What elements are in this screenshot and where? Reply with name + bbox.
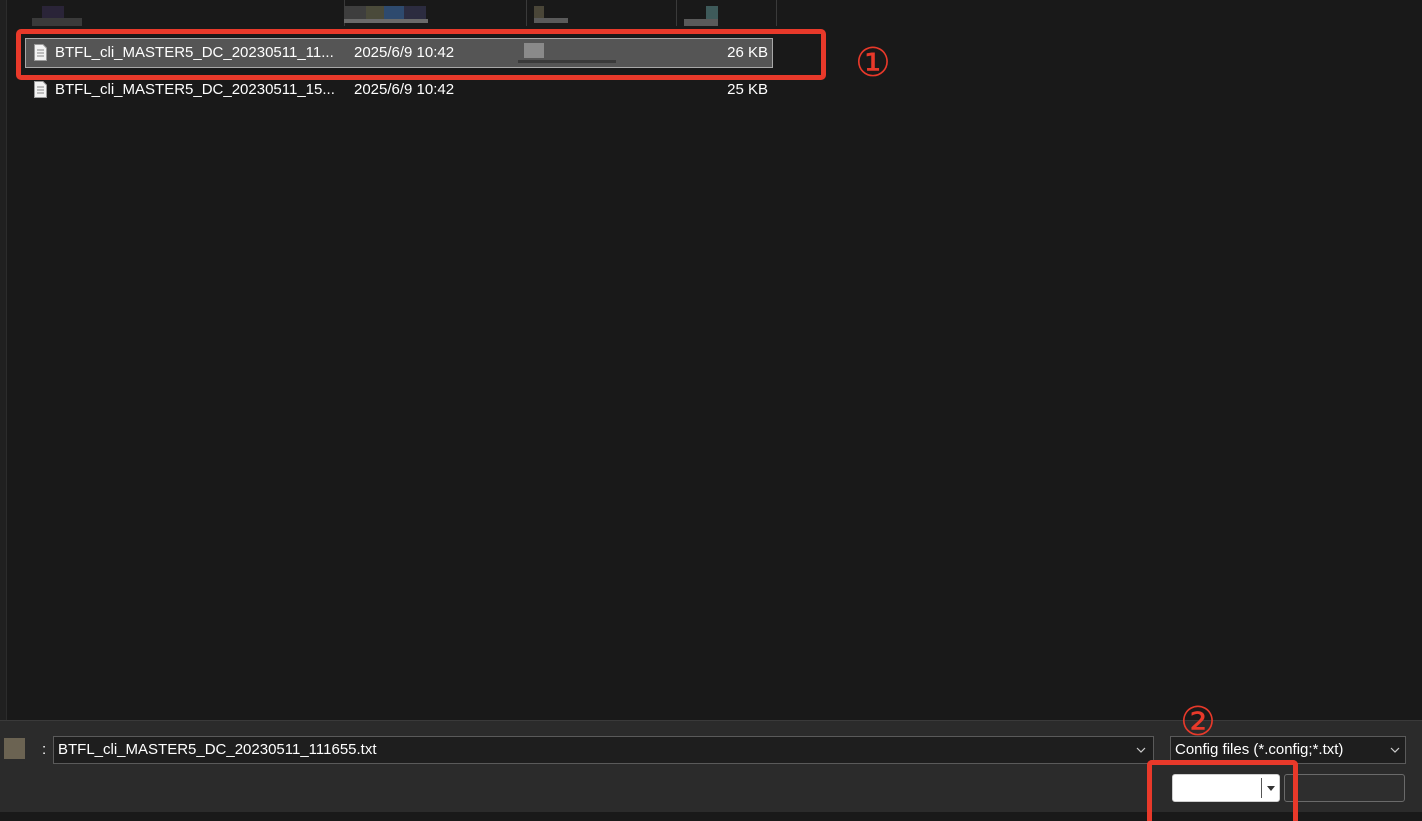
annotation-number-1: ① [855,40,891,86]
blurred-region [706,6,718,20]
file-size: 25 KB [727,81,768,98]
text-file-icon [34,81,47,98]
filename-label-colon: : [42,741,47,758]
filename-value: BTFL_cli_MASTER5_DC_20230511_111655.txt [58,741,377,758]
blurred-region [344,6,366,20]
blurred-region [534,6,544,18]
annotation-box-2 [1147,760,1298,821]
blurred-region [32,18,82,26]
file-row[interactable]: BTFL_cli_MASTER5_DC_20230511_15... 2025/… [26,76,772,104]
annotation-number-2: ② [1180,699,1216,745]
blurred-region [366,6,384,20]
nav-pane-edge [0,0,7,720]
blurred-region [534,18,568,23]
cancel-button[interactable] [1284,774,1405,802]
chevron-down-icon[interactable] [1135,741,1147,759]
annotation-box-1 [16,29,826,80]
filename-input[interactable]: BTFL_cli_MASTER5_DC_20230511_111655.txt [53,736,1154,764]
blurred-region [4,738,25,759]
column-divider[interactable] [776,0,777,26]
column-divider[interactable] [676,0,677,26]
file-name: BTFL_cli_MASTER5_DC_20230511_15... [55,81,335,98]
blurred-region [384,6,404,20]
column-header-bar [6,0,796,28]
blurred-region [684,19,718,26]
blurred-region [404,6,426,20]
chevron-down-icon [1390,747,1400,753]
blurred-region [344,19,428,23]
column-divider[interactable] [526,0,527,26]
file-modified-date: 2025/6/9 10:42 [354,81,455,98]
